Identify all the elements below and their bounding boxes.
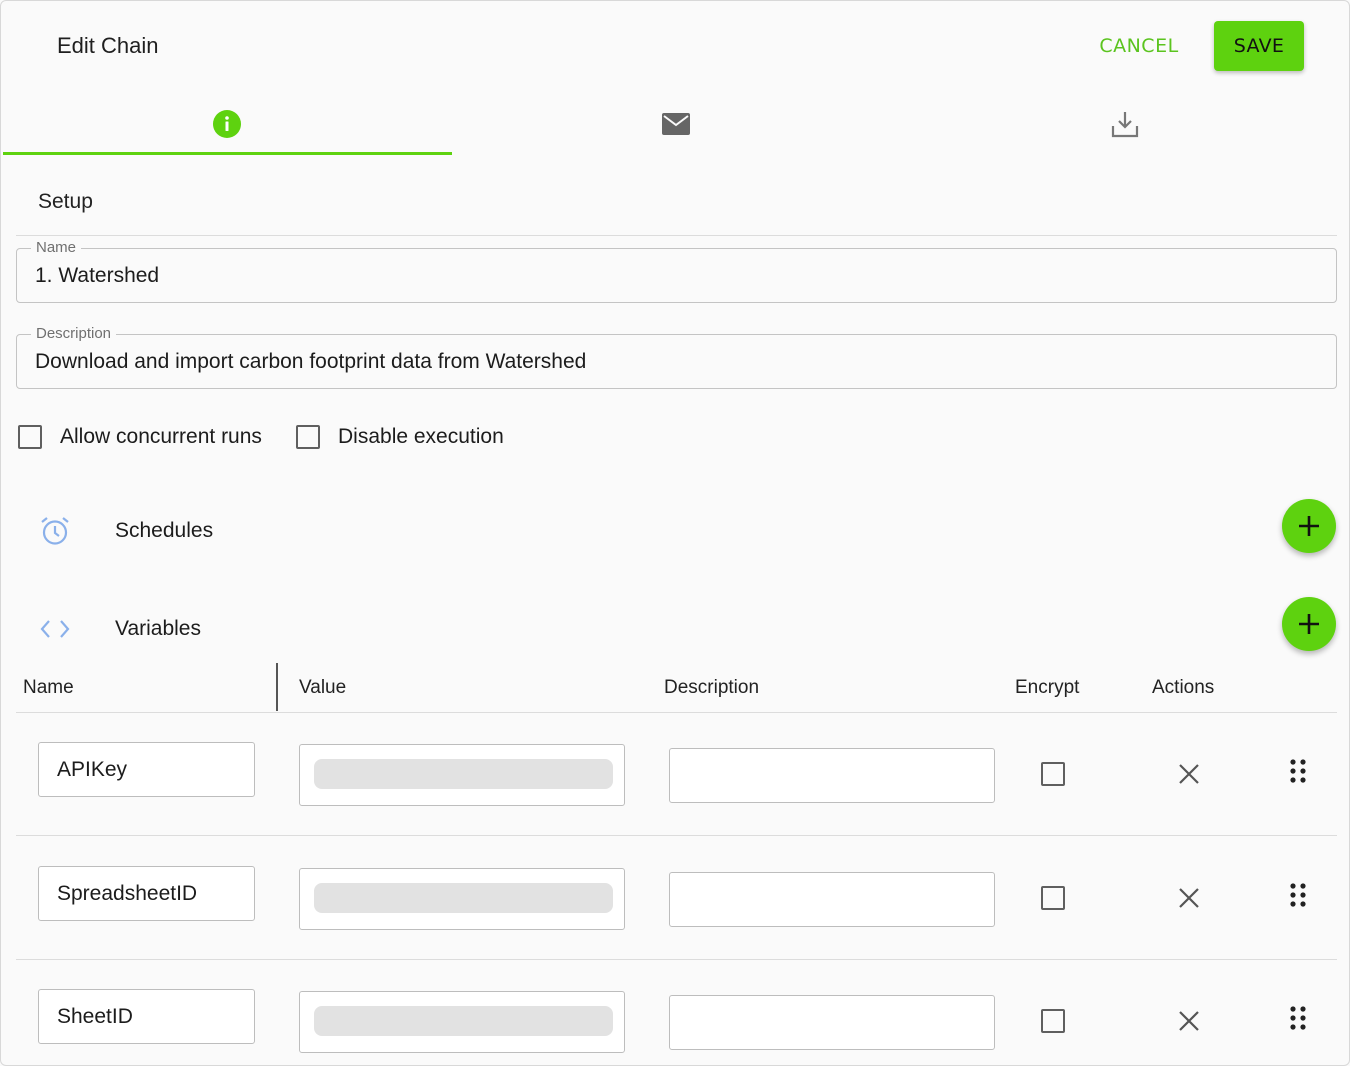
row-divider bbox=[16, 959, 1337, 960]
setup-section-title: Setup bbox=[38, 190, 93, 213]
download-icon bbox=[1111, 112, 1138, 138]
column-header-value[interactable]: Value bbox=[299, 677, 346, 699]
cancel-button[interactable]: CANCEL bbox=[1087, 27, 1191, 65]
tab-notifications[interactable] bbox=[452, 97, 901, 151]
edit-chain-dialog: Edit Chain CANCEL SAVE Setup Name 1. Wat… bbox=[0, 0, 1350, 1066]
allow-concurrent-runs-option: Allow concurrent runs bbox=[18, 425, 262, 449]
variable-description-input[interactable] bbox=[669, 748, 995, 803]
row-divider bbox=[16, 835, 1337, 836]
variable-value-input[interactable] bbox=[299, 744, 625, 806]
column-resize-handle[interactable] bbox=[276, 663, 278, 711]
variable-name-input[interactable]: APIKey bbox=[38, 742, 255, 797]
alarm-clock-icon bbox=[41, 517, 69, 545]
variable-description-input[interactable] bbox=[669, 872, 995, 927]
disable-execution-checkbox[interactable] bbox=[296, 425, 320, 449]
description-field-label: Description bbox=[31, 325, 117, 343]
description-field[interactable]: Description Download and import carbon f… bbox=[16, 325, 1337, 389]
schedules-label: Schedules bbox=[115, 519, 214, 542]
info-icon bbox=[213, 110, 242, 138]
masked-value bbox=[314, 759, 613, 789]
name-field-value: 1. Watershed bbox=[35, 264, 160, 287]
variable-value-input[interactable] bbox=[299, 868, 625, 930]
encrypt-checkbox[interactable] bbox=[1041, 1009, 1065, 1033]
variable-name-input[interactable]: SheetID bbox=[38, 989, 255, 1044]
masked-value bbox=[314, 883, 613, 913]
variables-label: Variables bbox=[115, 617, 201, 640]
masked-value bbox=[314, 1006, 613, 1036]
save-button[interactable]: SAVE bbox=[1214, 21, 1304, 71]
allow-concurrent-runs-checkbox[interactable] bbox=[18, 425, 42, 449]
column-header-encrypt[interactable]: Encrypt bbox=[1015, 677, 1079, 699]
drag-handle-icon[interactable] bbox=[1289, 1005, 1307, 1031]
close-icon[interactable] bbox=[1178, 1010, 1200, 1032]
tab-import[interactable] bbox=[900, 97, 1349, 151]
encrypt-checkbox[interactable] bbox=[1041, 762, 1065, 786]
add-schedule-button[interactable] bbox=[1282, 499, 1336, 553]
name-field-label: Name bbox=[31, 239, 82, 257]
table-header-divider bbox=[16, 712, 1337, 713]
disable-execution-option: Disable execution bbox=[296, 425, 504, 449]
column-header-description[interactable]: Description bbox=[664, 677, 759, 699]
column-header-actions[interactable]: Actions bbox=[1152, 677, 1214, 699]
close-icon[interactable] bbox=[1178, 887, 1200, 909]
setup-divider bbox=[16, 235, 1337, 236]
variable-description-input[interactable] bbox=[669, 995, 995, 1050]
tab-info[interactable] bbox=[3, 97, 452, 151]
close-icon[interactable] bbox=[1178, 763, 1200, 785]
variable-value-input[interactable] bbox=[299, 991, 625, 1053]
encrypt-checkbox[interactable] bbox=[1041, 886, 1065, 910]
drag-handle-icon[interactable] bbox=[1289, 882, 1307, 908]
name-field[interactable]: Name 1. Watershed bbox=[16, 239, 1337, 303]
dialog-title: Edit Chain bbox=[57, 33, 159, 58]
column-header-name[interactable]: Name bbox=[23, 677, 74, 699]
plus-icon bbox=[1299, 614, 1319, 634]
disable-execution-label: Disable execution bbox=[338, 425, 504, 448]
description-field-value: Download and import carbon footprint dat… bbox=[35, 350, 587, 373]
tab-bar bbox=[3, 97, 1349, 155]
drag-handle-icon[interactable] bbox=[1289, 758, 1307, 784]
plus-icon bbox=[1299, 516, 1319, 536]
add-variable-button[interactable] bbox=[1282, 597, 1336, 651]
variable-name-input[interactable]: SpreadsheetID bbox=[38, 866, 255, 921]
active-tab-indicator bbox=[3, 152, 452, 155]
mail-icon bbox=[662, 113, 690, 135]
code-brackets-icon bbox=[40, 620, 70, 638]
allow-concurrent-runs-label: Allow concurrent runs bbox=[60, 425, 262, 448]
